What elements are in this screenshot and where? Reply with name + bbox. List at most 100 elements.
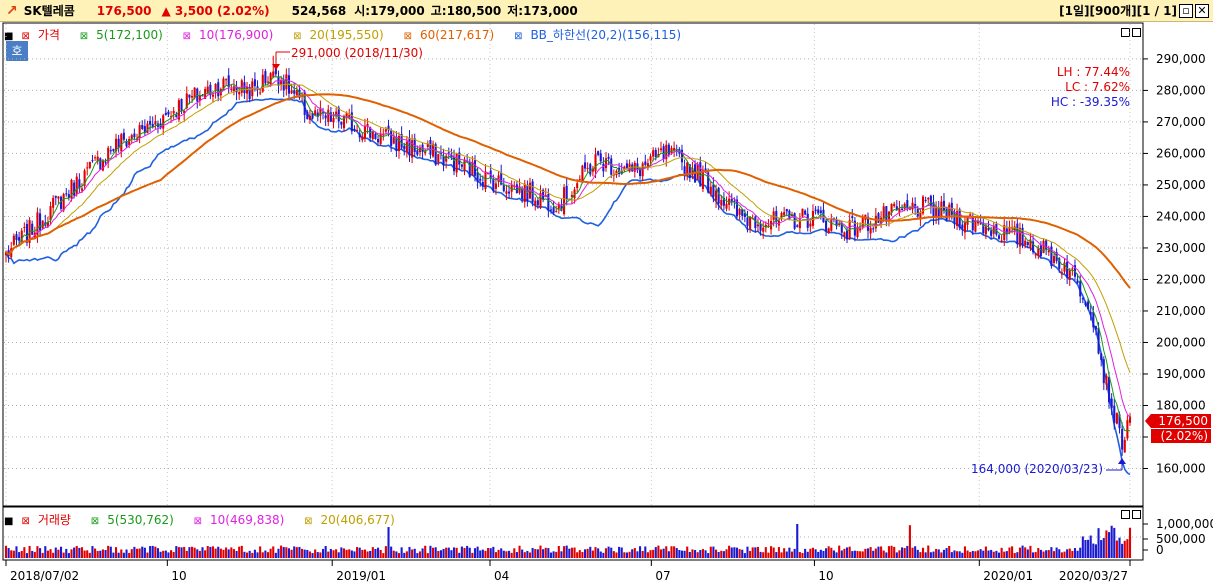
candle-body <box>557 203 560 209</box>
candle-body <box>227 75 230 88</box>
candle-body <box>225 79 228 81</box>
volume-bar <box>450 550 453 558</box>
volume-bar <box>832 550 835 558</box>
volume-bar <box>505 551 508 558</box>
volume-bar <box>259 546 262 558</box>
candle-body <box>340 121 343 125</box>
volume-bar <box>80 547 84 558</box>
volume-bar <box>1018 547 1022 558</box>
candle-body <box>52 197 55 208</box>
volume-bar <box>387 527 390 558</box>
candle-body <box>256 86 259 90</box>
legend-ma10[interactable]: ⊠ 10(176,900) <box>183 28 282 42</box>
volume-bar <box>358 547 361 558</box>
volume-bar <box>515 552 518 558</box>
candle-body <box>363 126 366 139</box>
volume-bar <box>424 545 427 558</box>
candle-body <box>1034 254 1037 256</box>
volume-bar <box>167 552 170 558</box>
volume-bar <box>806 551 809 558</box>
volume-bar <box>788 547 791 558</box>
candle-body <box>350 112 353 132</box>
volume-bar <box>33 551 36 558</box>
volume-bar <box>963 546 966 558</box>
candle-body <box>898 208 901 213</box>
candle-body <box>86 167 89 169</box>
volume-bar <box>177 547 180 558</box>
x-tick-label: 2019/01 <box>336 569 386 583</box>
volume-y-tick-label: 500,000 <box>1156 532 1206 546</box>
maximize-icon[interactable]: ▫ <box>1179 3 1193 18</box>
stock-name[interactable]: SK텔레콤 <box>24 2 75 19</box>
volume-bar <box>293 546 296 558</box>
candle-body <box>714 190 718 201</box>
volume-bar <box>670 546 673 558</box>
volume-bar <box>397 553 401 558</box>
low-price: 저:173,000 <box>507 4 578 18</box>
legend-price[interactable]: ■ ⊠ 가격 <box>4 28 68 42</box>
volume-bar <box>117 552 120 558</box>
volume-bar <box>895 552 898 558</box>
legend-vol-ma5[interactable]: ⊠ 5(530,762) <box>91 513 182 527</box>
volume-bar <box>468 547 471 558</box>
candle-body <box>117 138 120 148</box>
volume-bar <box>94 548 97 558</box>
volume-bar <box>484 550 487 558</box>
hoga-button[interactable]: 호 <box>6 41 28 61</box>
volume-bar <box>618 546 621 558</box>
candle-body <box>597 151 600 155</box>
candle-body <box>12 235 15 245</box>
volume-bar <box>825 548 828 558</box>
volume-bar <box>122 552 125 558</box>
candle-body <box>447 152 450 154</box>
candle-body <box>961 224 964 229</box>
volume-bar <box>369 550 372 558</box>
legend-vol-ma10[interactable]: ⊠ 10(469,838) <box>194 513 293 527</box>
volume-bar <box>232 549 235 558</box>
candle-body <box>610 158 613 175</box>
legend-ma60[interactable]: ⊠ 60(217,617) <box>404 28 503 42</box>
candle-body <box>625 163 628 170</box>
candle-body <box>880 217 883 224</box>
volume-bar <box>872 550 875 558</box>
legend-ma5[interactable]: ⊠ 5(172,100) <box>80 28 171 42</box>
candle-body <box>822 209 825 223</box>
volume-bar <box>673 546 676 558</box>
candle-body <box>644 161 647 165</box>
candle-body <box>1087 301 1090 309</box>
candle-body <box>565 185 568 200</box>
candle-body <box>101 160 104 171</box>
panel-close-icon[interactable] <box>1132 28 1141 37</box>
volume-bar <box>248 550 251 558</box>
candle-body <box>214 84 217 92</box>
candle-body <box>1039 245 1042 257</box>
volume-bar <box>877 546 880 558</box>
volume-bar <box>919 552 922 558</box>
candle-body <box>209 84 212 96</box>
volume-bar <box>149 546 152 558</box>
volume-bar <box>59 546 63 558</box>
period-info[interactable]: [1일][900개][1 / 1] <box>1059 2 1177 19</box>
volume-bar <box>659 549 663 558</box>
panel-pin-icon[interactable] <box>1121 28 1130 37</box>
candle-body <box>817 209 820 214</box>
close-icon[interactable]: ✕ <box>1195 3 1209 18</box>
legend-ma20[interactable]: ⊠ 20(195,550) <box>293 28 392 42</box>
candle-body <box>62 194 65 211</box>
legend-vol-ma20[interactable]: ⊠ 20(406,677) <box>304 513 403 527</box>
candle-body <box>141 125 144 129</box>
volume-bar <box>772 547 775 558</box>
candle-body <box>835 219 838 227</box>
candle-body <box>987 227 990 231</box>
volume-bar <box>107 545 110 558</box>
volume-bar <box>969 552 972 558</box>
legend-bb[interactable]: ⊠ BB_하한선(20,2)(156,115) <box>514 28 689 42</box>
candle-body <box>18 237 21 241</box>
volume-bar <box>1026 549 1029 558</box>
volume-bar <box>266 552 270 558</box>
legend-volume[interactable]: ■ ⊠ 거래량 <box>4 513 79 527</box>
volume-pin-icon[interactable] <box>1121 510 1130 519</box>
volume-close-icon[interactable] <box>1132 510 1141 519</box>
candle-body <box>864 214 867 220</box>
volume-bar <box>494 552 497 558</box>
